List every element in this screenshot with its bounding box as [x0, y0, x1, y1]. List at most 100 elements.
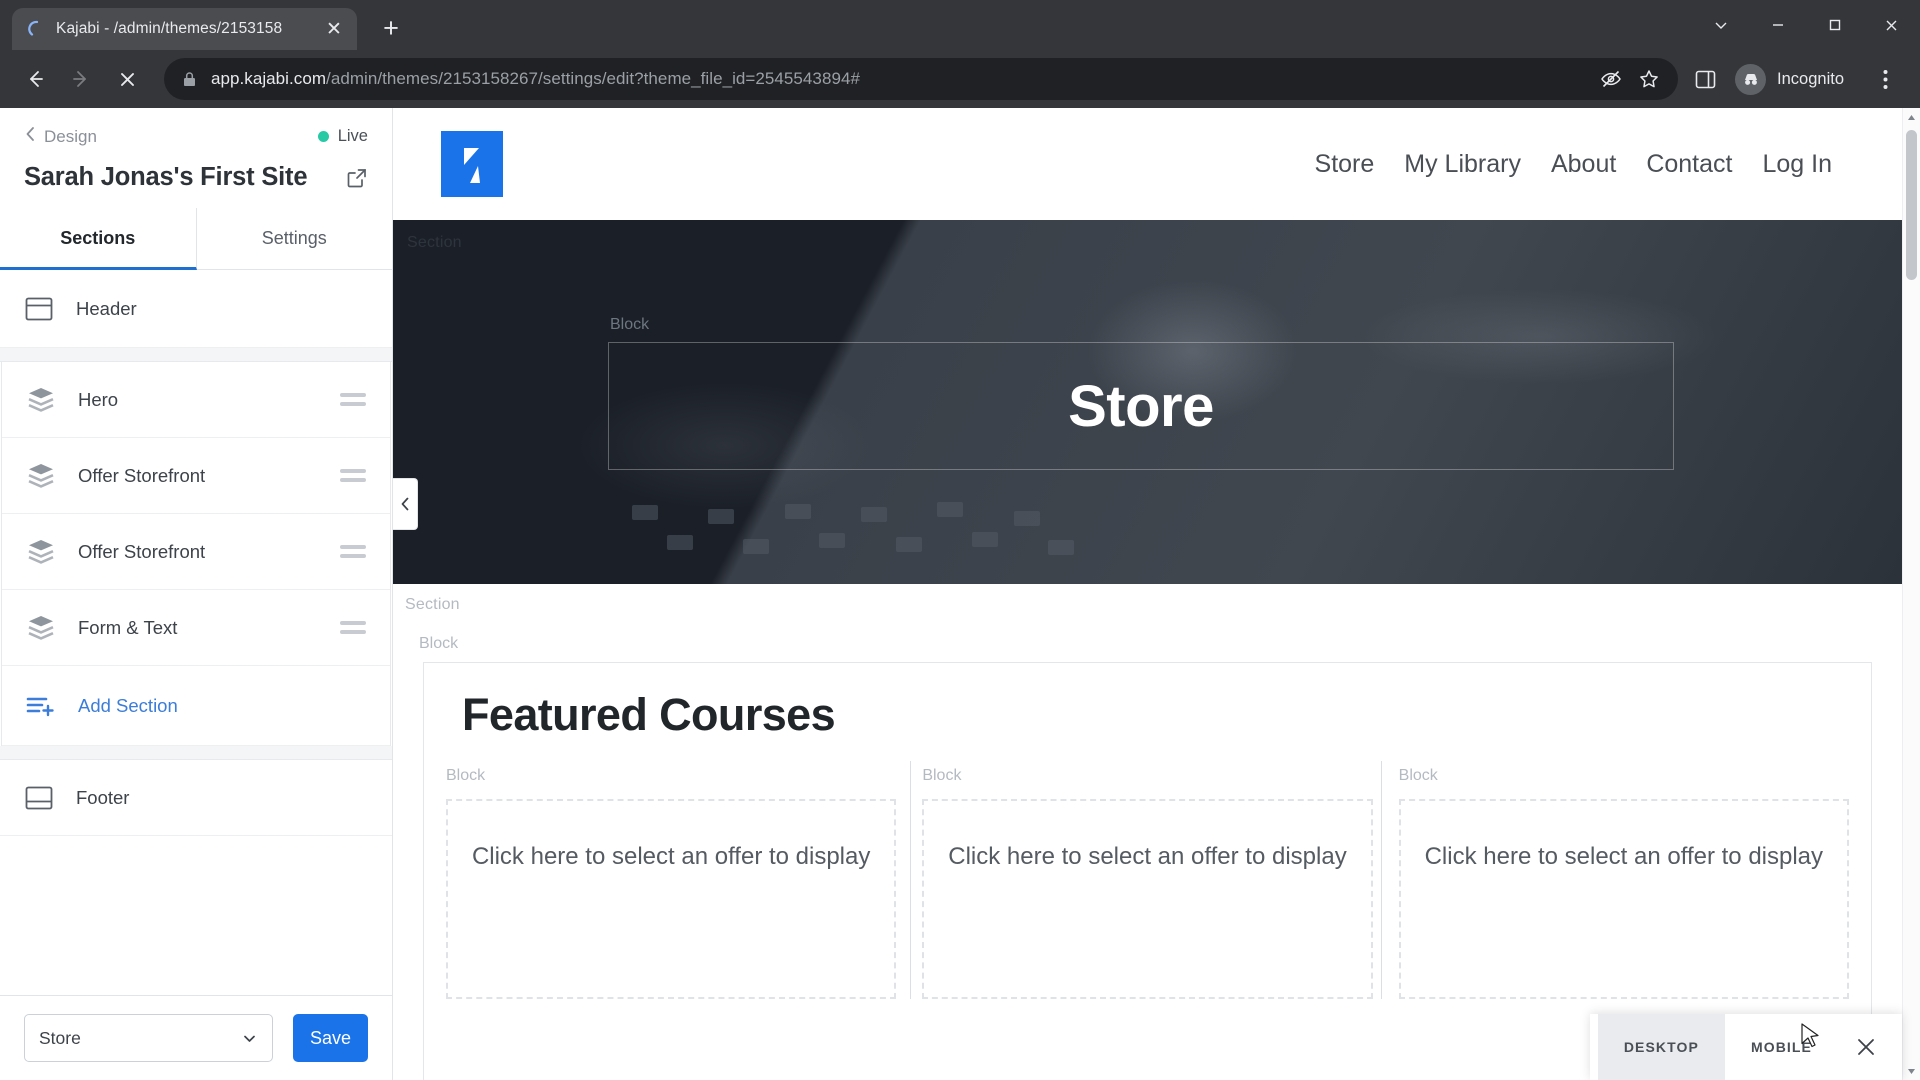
layers-icon: [26, 462, 56, 490]
loading-spinner-icon: [28, 20, 46, 38]
save-button[interactable]: Save: [293, 1014, 368, 1062]
drag-handle[interactable]: [340, 545, 366, 558]
browser-tabstrip: Kajabi - /admin/themes/2153158 ✕ +: [0, 0, 1920, 50]
maximize-icon[interactable]: [1806, 0, 1863, 50]
address-bar-actions: [1600, 68, 1660, 90]
nav-link-contact[interactable]: Contact: [1646, 150, 1732, 179]
profile-incognito-chip[interactable]: Incognito: [1729, 59, 1860, 99]
forward-arrow-icon: [60, 58, 102, 100]
add-section-button[interactable]: Add Section: [2, 666, 390, 746]
drag-handle[interactable]: [340, 393, 366, 406]
layers-icon: [26, 614, 56, 642]
window-controls: [1692, 0, 1920, 50]
address-bar-url: app.kajabi.com/admin/themes/2153158267/s…: [211, 69, 860, 89]
browser-toolbar: app.kajabi.com/admin/themes/2153158267/s…: [0, 50, 1920, 108]
sidebar-item-form-and-text[interactable]: Form & Text: [2, 590, 390, 666]
tab-close-icon[interactable]: ✕: [321, 16, 347, 42]
lock-icon: [182, 71, 197, 88]
sidebar-item-label: Offer Storefront: [78, 464, 206, 486]
breadcrumb[interactable]: Design: [24, 126, 97, 147]
close-icon[interactable]: [1863, 0, 1920, 50]
browser-tab[interactable]: Kajabi - /admin/themes/2153158 ✕: [12, 8, 357, 50]
offer-placeholder-card[interactable]: Click here to select an offer to display: [1398, 799, 1849, 999]
sidebar-item-header[interactable]: Header: [0, 270, 392, 348]
editor-tabs: Sections Settings: [0, 208, 392, 270]
tab-settings[interactable]: Settings: [197, 208, 393, 270]
scroll-down-arrow[interactable]: [1903, 1062, 1920, 1080]
breadcrumb-label: Design: [44, 126, 97, 146]
sidebar-item-hero[interactable]: Hero: [2, 362, 390, 438]
sidebar-item-footer[interactable]: Footer: [0, 760, 392, 836]
offer-placeholder-card[interactable]: Click here to select an offer to display: [922, 799, 1373, 999]
device-mobile-button[interactable]: MOBILE: [1725, 1014, 1838, 1080]
nav-link-log-in[interactable]: Log In: [1762, 150, 1832, 179]
stop-loading-icon[interactable]: [106, 58, 148, 100]
section-group-divider-2: [0, 746, 392, 760]
column-divider: [1381, 761, 1383, 999]
offer-placeholder-card[interactable]: Click here to select an offer to display: [446, 799, 897, 999]
hero-block-outline[interactable]: Block Store: [608, 316, 1674, 470]
section-group-divider: [0, 348, 392, 362]
browser-window: Kajabi - /admin/themes/2153158 ✕ + app.k…: [0, 0, 1920, 1080]
section-list: Header Hero Offer Storefront Offer Store…: [0, 270, 392, 995]
page-title: Sarah Jonas's First Site: [24, 163, 308, 191]
offer-block-tag: Block: [446, 767, 486, 784]
hero-section[interactable]: Section Block Store: [393, 220, 1902, 584]
column-divider: [909, 761, 911, 999]
layers-icon: [26, 538, 56, 566]
hero-title: Store: [1068, 373, 1214, 439]
chevron-left-icon: [24, 126, 37, 147]
close-icon[interactable]: [1838, 1014, 1894, 1080]
device-preview-toggle: DESKTOP MOBILE: [1589, 1014, 1902, 1080]
device-desktop-button[interactable]: DESKTOP: [1597, 1014, 1725, 1080]
hero-keyboard-decoration: [604, 497, 1298, 584]
preview-scrollbar[interactable]: [1902, 108, 1920, 1080]
drag-handle[interactable]: [340, 469, 366, 482]
star-icon[interactable]: [1638, 68, 1660, 90]
collapse-panel-button[interactable]: [393, 478, 418, 530]
featured-courses-section[interactable]: Section Block Featured Courses Block Cli…: [393, 584, 1902, 1080]
eye-slash-icon[interactable]: [1600, 68, 1622, 90]
kajabi-k-logo[interactable]: [441, 131, 503, 197]
chevron-down-icon[interactable]: [1692, 0, 1749, 50]
url-path: /admin/themes/2153158267/settings/edit?t…: [326, 69, 860, 88]
chevron-down-icon: [241, 1030, 258, 1047]
nav-link-store[interactable]: Store: [1315, 150, 1375, 179]
offer-card-column-1: Block Click here to select an offer to d…: [446, 767, 897, 999]
sidebar-item-offer-storefront-2[interactable]: Offer Storefront: [2, 514, 390, 590]
sidebar-item-offer-storefront-1[interactable]: Offer Storefront: [2, 438, 390, 514]
hero-section-tag: Section: [407, 234, 462, 251]
status-badge: Live: [317, 127, 368, 146]
scrollbar-thumb[interactable]: [1906, 130, 1917, 280]
nav-link-about[interactable]: About: [1551, 150, 1616, 179]
offer-placeholder-text: Click here to select an offer to display: [471, 843, 871, 870]
courses-section-tag: Section: [405, 596, 460, 613]
theme-editor-panel: Design Live Sarah Jonas's First Site Sec…: [0, 108, 393, 1080]
chevron-left-icon: [401, 497, 408, 511]
editor-header: Design Live Sarah Jonas's First Site: [0, 108, 392, 208]
add-section-label: Add Section: [78, 694, 178, 716]
three-dots-vertical-icon[interactable]: [1864, 58, 1906, 100]
device-desktop-label: DESKTOP: [1623, 1039, 1699, 1055]
hero-block-tag: Block: [610, 316, 650, 333]
mouse-cursor: [1801, 1023, 1820, 1054]
page-select[interactable]: Store: [24, 1014, 273, 1062]
back-arrow-icon[interactable]: [14, 58, 56, 100]
tab-sections[interactable]: Sections: [0, 208, 197, 270]
courses-title: Featured Courses: [462, 689, 836, 740]
offer-block-tag: Block: [922, 767, 962, 784]
minimize-icon[interactable]: [1749, 0, 1806, 50]
external-link-icon[interactable]: [346, 167, 368, 189]
url-domain: app.kajabi.com: [211, 69, 327, 88]
sidebar-item-label: Form & Text: [78, 616, 178, 638]
offer-placeholder-text: Click here to select an offer to display: [948, 843, 1347, 870]
offer-card-grid: Block Click here to select an offer to d…: [444, 761, 1851, 999]
new-tab-button[interactable]: +: [371, 8, 411, 48]
scroll-up-arrow[interactable]: [1903, 108, 1920, 126]
address-bar[interactable]: app.kajabi.com/admin/themes/2153158267/s…: [164, 58, 1679, 100]
side-panel-icon[interactable]: [1694, 68, 1717, 91]
offer-placeholder-text: Click here to select an offer to display: [1424, 843, 1824, 870]
drag-handle[interactable]: [340, 621, 366, 634]
nav-link-my-library[interactable]: My Library: [1404, 150, 1521, 179]
site-navigation: Store My Library About Contact Log In: [393, 108, 1902, 220]
